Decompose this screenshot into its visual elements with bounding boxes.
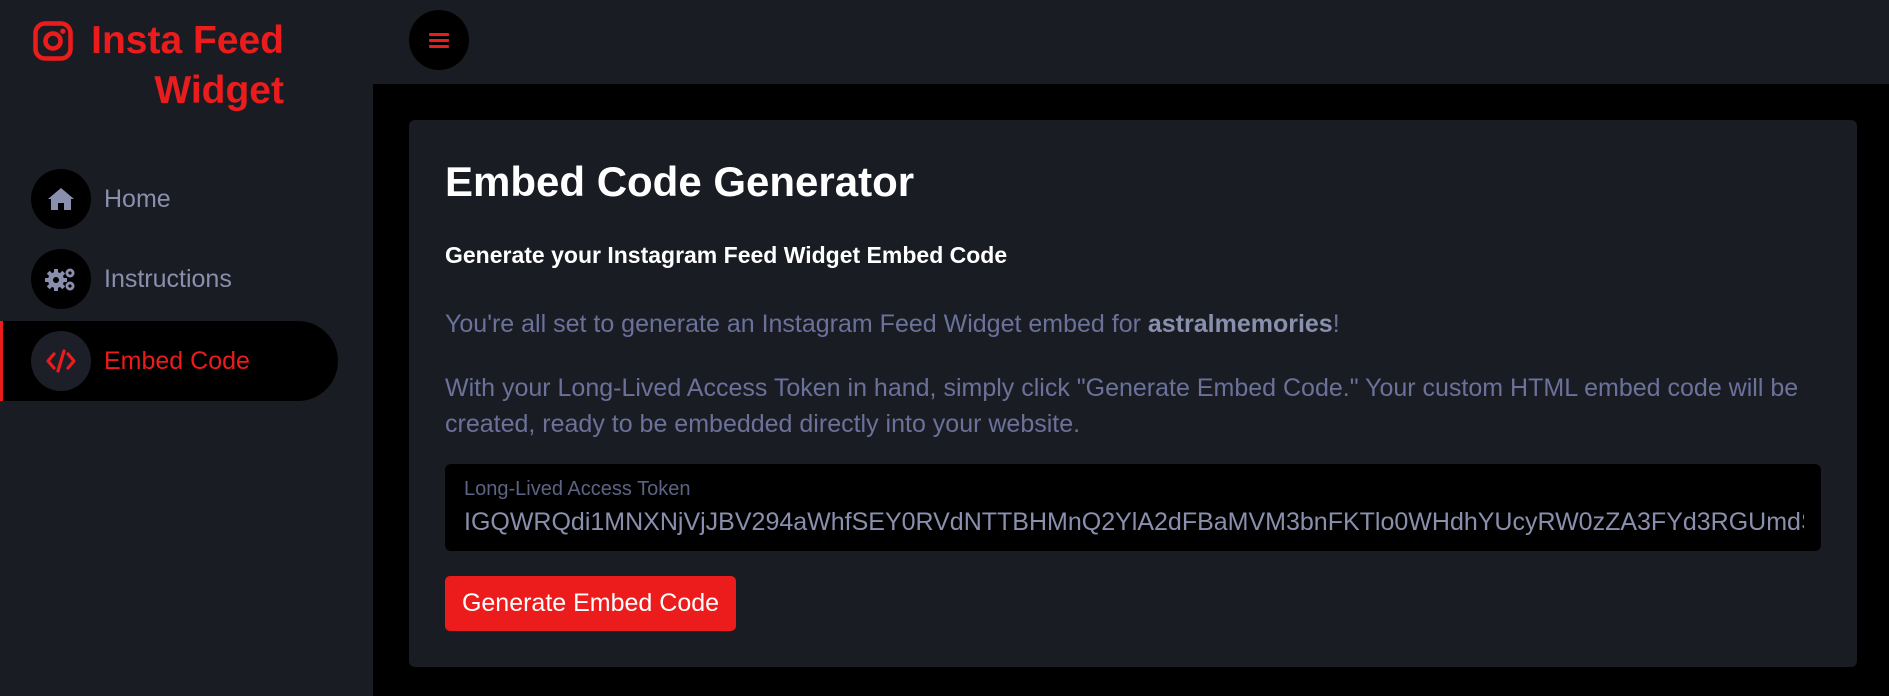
code-icon	[31, 331, 91, 391]
embed-code-card: Embed Code Generator Generate your Insta…	[409, 120, 1857, 667]
brand-name: Insta Feed Widget	[91, 19, 284, 112]
access-token-field[interactable]: Long-Lived Access Token IGQWRQdi1MNXNjVj…	[445, 464, 1821, 551]
intro-text: You're all set to generate an Instagram …	[445, 310, 1340, 338]
access-token-input[interactable]: IGQWRQdi1MNXNjVjJBV294aWhfSEY0RVdNTTBHMn…	[464, 508, 1804, 537]
page-title: Embed Code Generator	[445, 158, 915, 205]
access-token-label: Long-Lived Access Token	[464, 478, 691, 500]
description-text: With your Long-Lived Access Token in han…	[445, 374, 1799, 438]
sidebar-item-label: Embed Code	[104, 346, 250, 375]
gears-icon	[31, 249, 91, 309]
brand-logo[interactable]: Insta Feed Widget	[32, 16, 284, 116]
section-subtitle: Generate your Instagram Feed Widget Embe…	[445, 242, 1008, 268]
hamburger-icon	[429, 33, 449, 48]
top-bar	[373, 0, 1889, 84]
sidebar-item-label: Instructions	[104, 264, 232, 293]
generate-embed-code-button[interactable]: Generate Embed Code	[445, 576, 736, 631]
menu-toggle-button[interactable]	[409, 10, 469, 70]
sidebar-item-label: Home	[104, 184, 171, 213]
sidebar-item-embed-code[interactable]: Embed Code	[0, 321, 338, 401]
username: astralmemories	[1147, 310, 1333, 338]
sidebar-item-instructions[interactable]: Instructions	[0, 239, 338, 319]
home-icon	[31, 169, 91, 229]
sidebar: Insta Feed Widget Home Instructions Embe…	[0, 0, 373, 696]
sidebar-item-home[interactable]: Home	[0, 159, 338, 239]
